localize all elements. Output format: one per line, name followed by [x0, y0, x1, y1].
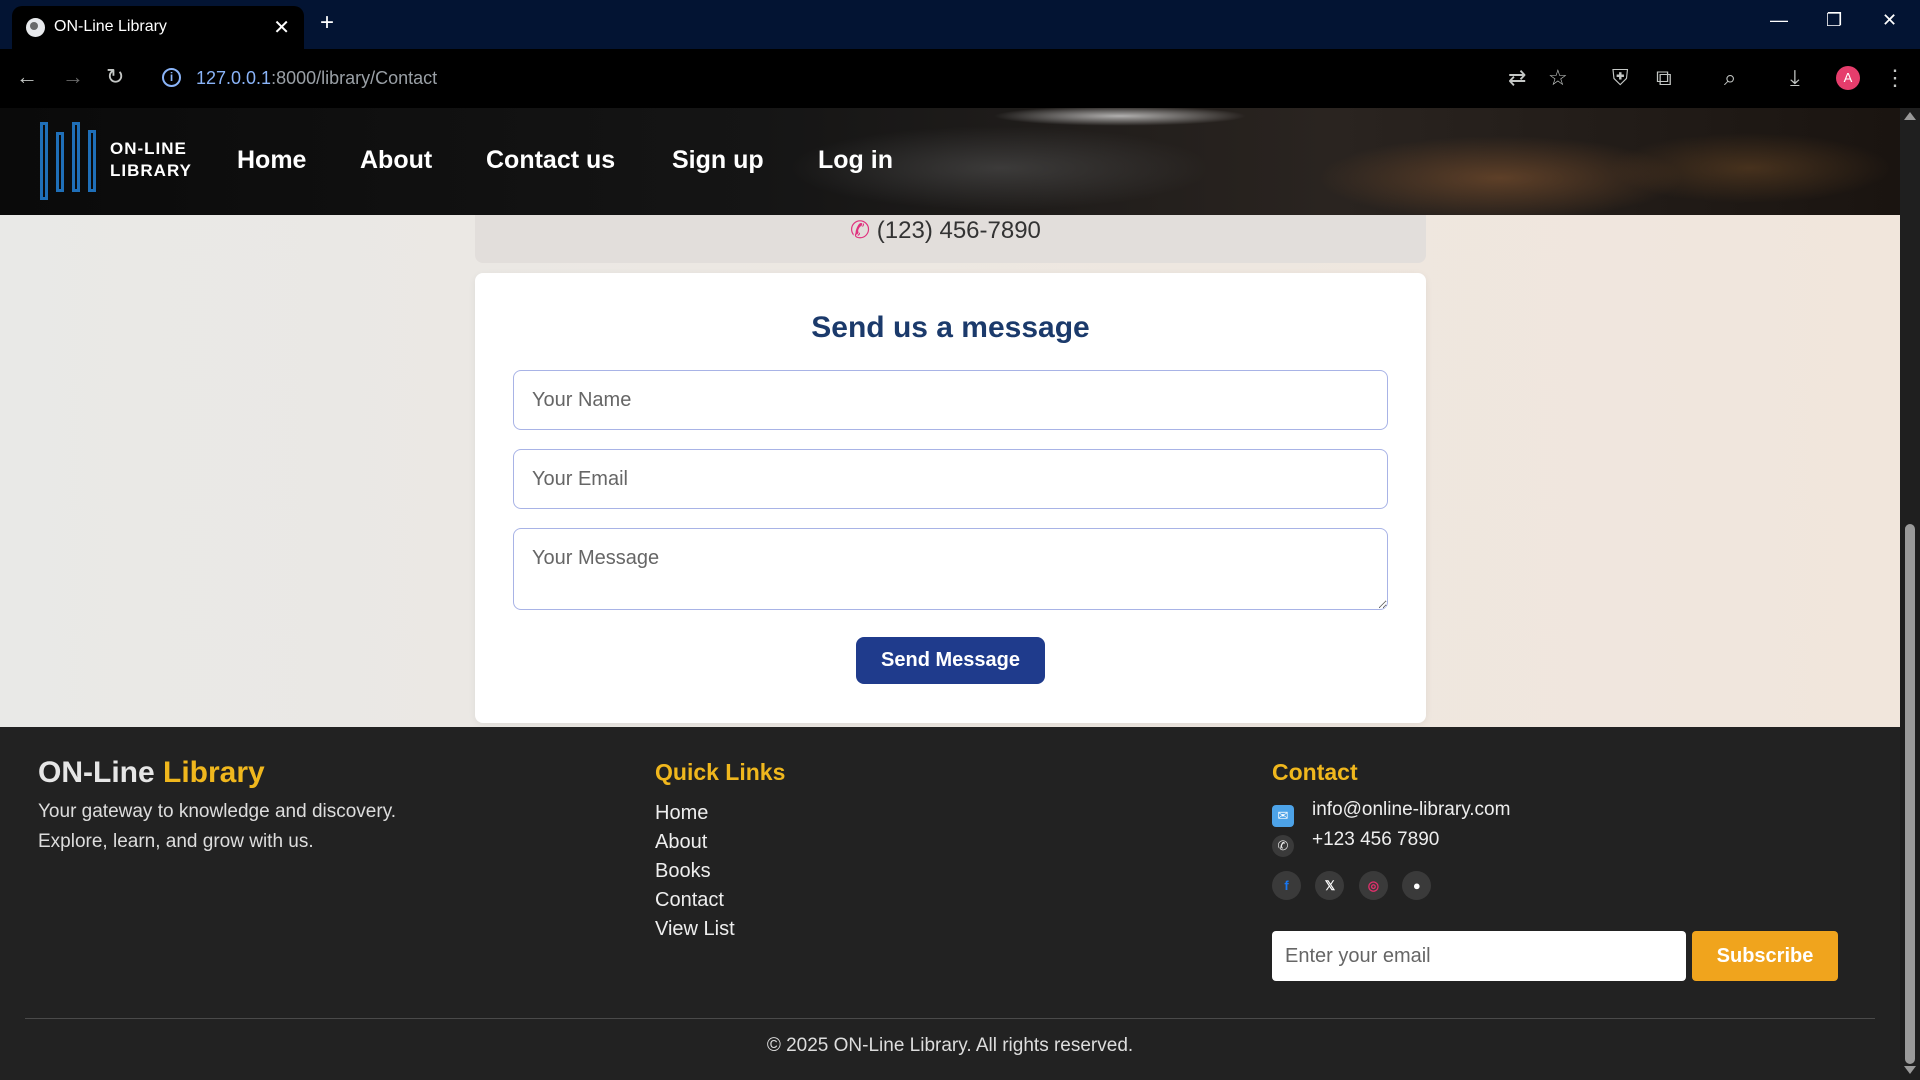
footer-link-contact[interactable]: Contact — [655, 886, 735, 915]
contact-phone: ✆ (123) 456-7890 — [850, 217, 1041, 244]
message-textarea[interactable] — [513, 528, 1388, 610]
x-twitter-icon[interactable]: 𝕏 — [1315, 871, 1345, 900]
logo-text[interactable]: ON-LINE LIBRARY — [110, 138, 192, 182]
minimize-icon[interactable]: — — [1770, 10, 1788, 31]
browser-tab-bar: ON-Line Library ✕ + — ❐ ✕ — [0, 0, 1920, 49]
back-icon[interactable]: ← — [16, 64, 38, 90]
subscribe-button[interactable]: Subscribe — [1692, 931, 1838, 981]
name-input[interactable] — [513, 370, 1388, 430]
footer-link-home[interactable]: Home — [655, 799, 735, 828]
footer-tagline: Your gateway to knowledge and discovery.… — [38, 801, 397, 852]
nav-home[interactable]: Home — [237, 146, 306, 175]
message-form-card: Send us a message Send Message — [475, 273, 1426, 723]
reload-icon[interactable]: ↻ — [106, 64, 124, 90]
site-header: ON-LINE LIBRARY Home About Contact us Si… — [0, 108, 1900, 215]
forward-icon[interactable]: → — [62, 64, 84, 90]
scrollbar-thumb[interactable] — [1905, 524, 1915, 1064]
footer-divider — [25, 1018, 1875, 1019]
download-icon[interactable]: ⤓ — [1790, 65, 1800, 91]
library-logo-icon[interactable] — [40, 122, 98, 200]
url-field[interactable]: 127.0.0.1:8000/library/Contact — [196, 68, 437, 89]
send-message-button[interactable]: Send Message — [856, 637, 1045, 684]
nav-sign-up[interactable]: Sign up — [672, 146, 764, 175]
contact-heading: Contact — [1272, 759, 1358, 785]
facebook-icon[interactable]: f — [1272, 871, 1301, 900]
nav-about[interactable]: About — [360, 146, 432, 175]
search-tab-icon[interactable]: ⌕ — [1724, 65, 1736, 91]
profile-avatar[interactable]: A — [1836, 66, 1860, 90]
instagram-icon[interactable]: ◎ — [1358, 871, 1388, 900]
email-input[interactable] — [513, 449, 1388, 509]
nav-log-in[interactable]: Log in — [818, 146, 893, 175]
copyright-text: © 2025 ON-Line Library. All rights reser… — [766, 1035, 1134, 1056]
form-title: Send us a message — [811, 311, 1090, 344]
social-links: f 𝕏 ◎ ● — [1272, 871, 1441, 900]
scroll-up-icon[interactable] — [1904, 112, 1916, 120]
extensions-icon[interactable]: ⧉ — [1656, 65, 1672, 91]
address-bar: ← → ↻ i 127.0.0.1:8000/library/Contact ⇄… — [0, 49, 1920, 108]
quick-links-list: Home About Books Contact View List — [655, 799, 735, 944]
scroll-down-icon[interactable] — [1904, 1066, 1916, 1074]
subscribe-email-input[interactable] — [1272, 931, 1686, 981]
mail-icon: ✉ — [1272, 805, 1294, 827]
nav-contact-us[interactable]: Contact us — [486, 146, 615, 175]
phone-icon: ✆ — [850, 217, 871, 244]
globe-icon — [26, 18, 45, 37]
menu-icon[interactable]: ⋮ — [1884, 65, 1906, 91]
translate-icon[interactable]: ⇄ — [1508, 65, 1526, 91]
quick-links-heading: Quick Links — [655, 759, 786, 785]
footer-phone: ✆ +123 456 7890 — [1272, 829, 1439, 857]
phone-icon: ✆ — [1272, 835, 1294, 857]
tab-title: ON-Line Library — [54, 18, 167, 35]
browser-tab[interactable]: ON-Line Library ✕ — [12, 6, 304, 49]
footer-link-view-list[interactable]: View List — [655, 915, 735, 944]
close-window-icon[interactable]: ✕ — [1882, 10, 1897, 31]
site-info-icon[interactable]: i — [162, 68, 181, 87]
site-footer: ON-Line Library Your gateway to knowledg… — [0, 727, 1900, 1080]
new-tab-icon[interactable]: + — [320, 9, 334, 37]
shield-icon[interactable]: ⛨ — [1612, 65, 1629, 91]
footer-link-about[interactable]: About — [655, 828, 735, 857]
close-tab-icon[interactable]: ✕ — [273, 15, 290, 40]
footer-brand: ON-Line Library — [38, 756, 265, 789]
github-icon[interactable]: ● — [1402, 871, 1432, 900]
footer-email: ✉ info@online-library.com — [1272, 799, 1510, 827]
page-scrollbar[interactable] — [1900, 108, 1920, 1080]
restore-icon[interactable]: ❐ — [1826, 10, 1842, 31]
footer-link-books[interactable]: Books — [655, 857, 735, 886]
bookmark-star-icon[interactable]: ☆ — [1548, 65, 1568, 91]
page-viewport: ✆ (123) 456-7890 ON-LINE LIBRARY Home Ab… — [0, 108, 1900, 1080]
